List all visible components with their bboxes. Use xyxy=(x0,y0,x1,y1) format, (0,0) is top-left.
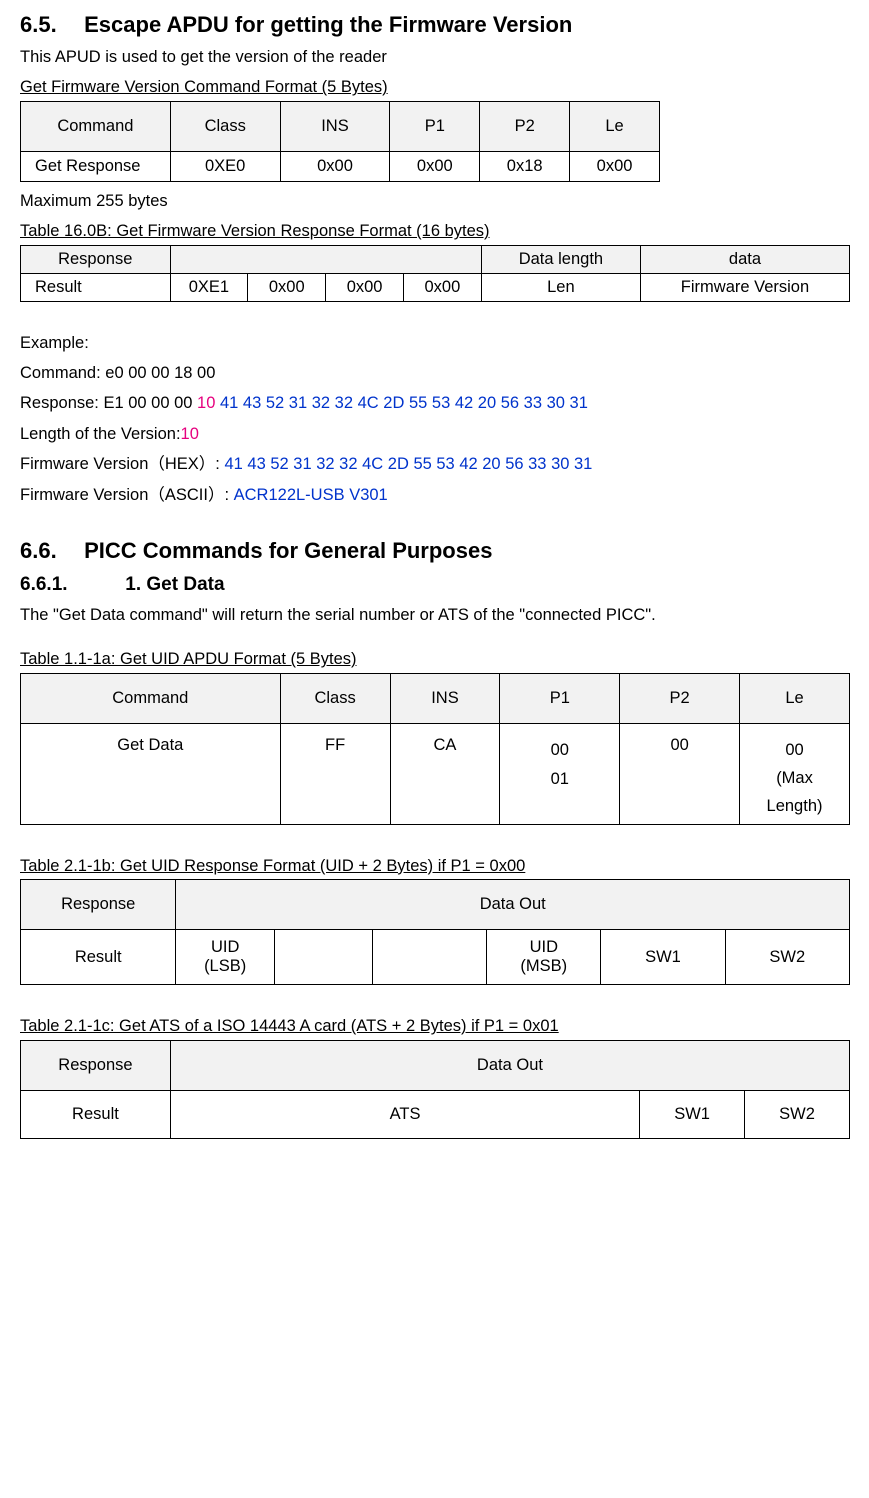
table-row: Get Data FF CA 00 01 00 00 (Max Length) xyxy=(21,723,850,824)
fw-hex-val: 41 43 52 31 32 32 4C 2D 55 53 42 20 56 3… xyxy=(224,455,592,473)
section-number: 6.6. xyxy=(20,538,78,564)
cmd-format-caption: Get Firmware Version Command Format (5 B… xyxy=(20,74,849,100)
table-row: Get Response 0XE0 0x00 0x00 0x18 0x00 xyxy=(21,151,660,181)
td-ats: ATS xyxy=(170,1090,639,1138)
th-class: Class xyxy=(280,673,390,723)
len-val: 10 xyxy=(181,425,199,443)
resp-len-pink: 10 xyxy=(197,394,215,412)
th-p2: P2 xyxy=(480,101,570,151)
td-uidmsb: UID (MSB) xyxy=(487,930,601,985)
th-p2: P2 xyxy=(620,673,740,723)
td-command: Get Data xyxy=(21,723,281,824)
td-le: 0x00 xyxy=(570,151,660,181)
example-response: Response: E1 00 00 00 10 41 43 52 31 32 … xyxy=(20,390,849,416)
table-row: Result UID (LSB) UID (MSB) SW1 SW2 xyxy=(21,930,850,985)
th-dataout: Data Out xyxy=(176,880,850,930)
td-uidlsb: UID (LSB) xyxy=(176,930,274,985)
td-class: FF xyxy=(280,723,390,824)
td-result: Result xyxy=(21,273,171,301)
t1c-caption: Table 2.1-1c: Get ATS of a ISO 14443 A c… xyxy=(20,1013,849,1039)
td-command: Get Response xyxy=(21,151,171,181)
example-label: Example: xyxy=(20,330,849,356)
t1a-table: Command Class INS P1 P2 Le Get Data FF C… xyxy=(20,673,850,825)
section-title: Escape APDU for getting the Firmware Ver… xyxy=(84,12,572,37)
resp-hex-blue: 41 43 52 31 32 32 4C 2D 55 53 42 20 56 3… xyxy=(215,394,587,412)
table-row: Result 0XE1 0x00 0x00 0x00 Len Firmware … xyxy=(21,273,850,301)
resp-prefix: Response: E1 00 00 00 xyxy=(20,394,197,412)
th-datalen: Data length xyxy=(481,245,640,273)
td-blank2 xyxy=(373,930,487,985)
td-sw1: SW1 xyxy=(640,1090,745,1138)
section-number: 6.5. xyxy=(20,12,78,38)
td-ins: 0x00 xyxy=(280,151,390,181)
max-bytes-text: Maximum 255 bytes xyxy=(20,188,849,214)
t1a-caption: Table 1.1-1a: Get UID APDU Format (5 Byt… xyxy=(20,646,849,672)
td-b1: 0XE1 xyxy=(170,273,248,301)
t1c-table: Response Data Out Result ATS SW1 SW2 xyxy=(20,1040,850,1139)
th-blank xyxy=(170,245,481,273)
resp-format-table: Response Data length data Result 0XE1 0x… xyxy=(20,245,850,302)
table-row: Command Class INS P1 P2 Le xyxy=(21,673,850,723)
th-dataout: Data Out xyxy=(170,1040,849,1090)
th-command: Command xyxy=(21,101,171,151)
td-fwver: Firmware Version xyxy=(640,273,849,301)
example-length: Length of the Version:10 xyxy=(20,421,849,447)
subsection-number: 6.6.1. xyxy=(20,574,120,596)
table-row: Response Data Out xyxy=(21,1040,850,1090)
td-sw1: SW1 xyxy=(601,930,725,985)
th-ins: INS xyxy=(280,101,390,151)
th-class: Class xyxy=(170,101,280,151)
section-6-6-heading: 6.6. PICC Commands for General Purposes xyxy=(20,538,849,564)
td-result: Result xyxy=(21,1090,171,1138)
fw-ascii-prefix: Firmware Version（ASCII）: xyxy=(20,486,234,504)
section-6-5-heading: 6.5. Escape APDU for getting the Firmwar… xyxy=(20,12,849,38)
td-p2: 00 xyxy=(620,723,740,824)
th-command: Command xyxy=(21,673,281,723)
resp-format-caption: Table 16.0B: Get Firmware Version Respon… xyxy=(20,218,849,244)
td-sw2: SW2 xyxy=(745,1090,850,1138)
section-title: PICC Commands for General Purposes xyxy=(84,538,492,563)
table-row: Response Data Out xyxy=(21,880,850,930)
th-response: Response xyxy=(21,880,176,930)
td-b3: 0x00 xyxy=(326,273,404,301)
fw-ascii-line: Firmware Version（ASCII）: ACR122L-USB V30… xyxy=(20,482,849,508)
fw-hex-line: Firmware Version（HEX）: 41 43 52 31 32 32… xyxy=(20,451,849,477)
th-le: Le xyxy=(570,101,660,151)
td-class: 0XE0 xyxy=(170,151,280,181)
td-p2: 0x18 xyxy=(480,151,570,181)
section-6-6-1-heading: 6.6.1. 1. Get Data xyxy=(20,574,849,596)
table-row: Response Data length data xyxy=(21,245,850,273)
td-b2: 0x00 xyxy=(248,273,326,301)
th-p1: P1 xyxy=(500,673,620,723)
th-response: Response xyxy=(21,1040,171,1090)
td-result: Result xyxy=(21,930,176,985)
th-le: Le xyxy=(740,673,850,723)
len-prefix: Length of the Version: xyxy=(20,425,181,443)
table-row: Command Class INS P1 P2 Le xyxy=(21,101,660,151)
td-ins: CA xyxy=(390,723,500,824)
subsection-title: 1. Get Data xyxy=(125,574,224,595)
fw-ascii-val: ACR122L-USB V301 xyxy=(234,486,388,504)
td-le: 00 (Max Length) xyxy=(740,723,850,824)
th-ins: INS xyxy=(390,673,500,723)
section-6-6-1-intro: The "Get Data command" will return the s… xyxy=(20,602,849,628)
fw-hex-prefix: Firmware Version（HEX）: xyxy=(20,455,224,473)
td-blank1 xyxy=(274,930,372,985)
t1b-table: Response Data Out Result UID (LSB) UID (… xyxy=(20,879,850,985)
td-len: Len xyxy=(481,273,640,301)
td-p1: 0x00 xyxy=(390,151,480,181)
th-p1: P1 xyxy=(390,101,480,151)
td-b4: 0x00 xyxy=(403,273,481,301)
example-command: Command: e0 00 00 18 00 xyxy=(20,360,849,386)
td-sw2: SW2 xyxy=(725,930,849,985)
cmd-format-table: Command Class INS P1 P2 Le Get Response … xyxy=(20,101,660,182)
table-row: Result ATS SW1 SW2 xyxy=(21,1090,850,1138)
th-response: Response xyxy=(21,245,171,273)
td-p1: 00 01 xyxy=(500,723,620,824)
th-data: data xyxy=(640,245,849,273)
section-6-5-intro: This APUD is used to get the version of … xyxy=(20,44,849,70)
t1b-caption: Table 2.1-1b: Get UID Response Format (U… xyxy=(20,853,849,879)
